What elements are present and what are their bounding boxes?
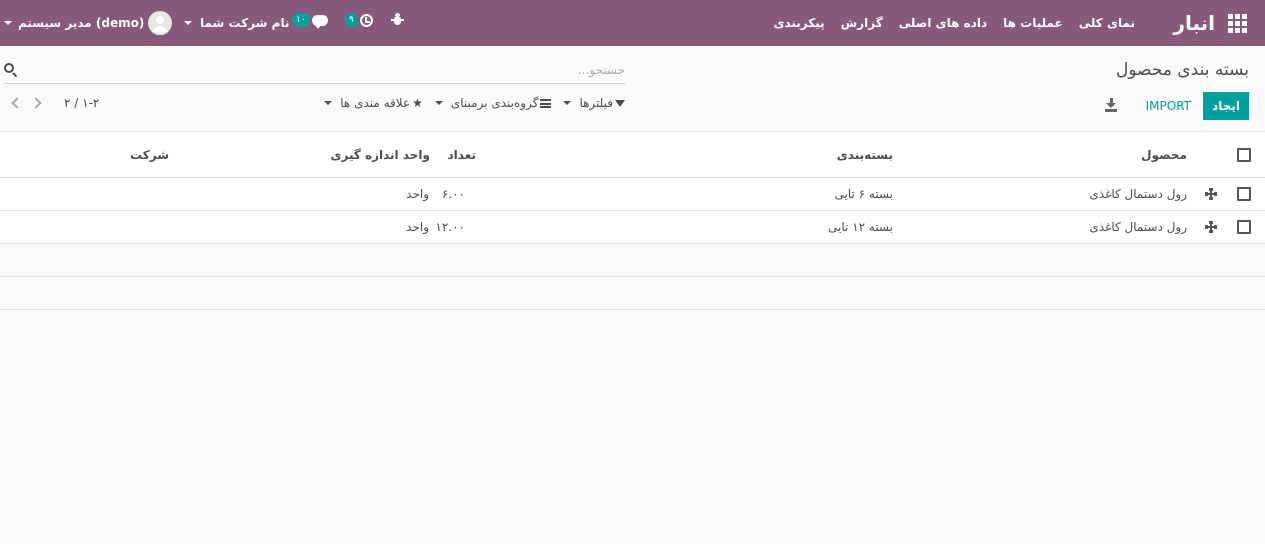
caret-down-icon	[324, 101, 333, 105]
filters-button[interactable]: فیلترها	[563, 96, 625, 110]
cell-uom: واحد	[406, 187, 429, 201]
column-header-company[interactable]: شرکت	[130, 132, 169, 177]
table-header: محصول بسته‌بندی تعداد واحد اندازه گیری ش…	[0, 131, 1265, 178]
cell-package: بسته ۶ تایی	[834, 187, 893, 201]
import-button[interactable]: IMPORT	[1146, 92, 1191, 120]
download-icon[interactable]	[1105, 98, 1117, 112]
user-name: مدیر سیستم (demo)	[18, 16, 145, 30]
table-row[interactable]: رول دستمال کاغذی بسته ۶ تایی ۶.۰۰ واحد	[0, 178, 1265, 211]
column-header-uom[interactable]: واحد اندازه گیری	[330, 132, 430, 177]
empty-row	[0, 244, 1265, 277]
chat-icon	[311, 14, 328, 29]
pager: ۱-۲ / ۲	[10, 96, 99, 110]
activities-menu[interactable]: ۹	[345, 10, 373, 30]
clock-icon	[359, 13, 373, 27]
cell-product: رول دستمال کاغذی	[1089, 220, 1187, 234]
star-icon: ★	[412, 96, 423, 110]
menu-item-master-data[interactable]: داده های اصلی	[899, 16, 987, 30]
list-table: محصول بسته‌بندی تعداد واحد اندازه گیری ش…	[0, 131, 1265, 310]
user-menu[interactable]: مدیر سیستم (demo)	[4, 8, 173, 38]
search-input[interactable]	[35, 58, 625, 82]
company-caret-icon	[184, 21, 192, 25]
cell-qty: ۶.۰۰	[441, 187, 465, 201]
cell-product: رول دستمال کاغذی	[1089, 187, 1187, 201]
column-header-package[interactable]: بسته‌بندی	[837, 132, 893, 177]
avatar	[148, 11, 173, 35]
column-header-product[interactable]: محصول	[1141, 132, 1187, 177]
groupby-label: گروه‌بندی برمبنای	[450, 96, 539, 110]
menu-item-configuration[interactable]: پیکربندی	[773, 16, 824, 30]
select-all-checkbox[interactable]	[1237, 147, 1251, 162]
search-options: فیلترها گروه‌بندی برمبنای ★ علاقه مندی ه…	[312, 96, 625, 110]
groupby-button[interactable]: گروه‌بندی برمبنای	[434, 96, 552, 110]
company-switcher[interactable]: نام شرکت شما	[184, 8, 289, 38]
apps-menu-icon[interactable]	[1228, 0, 1248, 46]
row-checkbox[interactable]	[1237, 220, 1251, 234]
search-icon[interactable]	[4, 63, 18, 78]
cell-package: بسته ۱۲ تایی	[828, 220, 893, 234]
menu-item-reporting[interactable]: گزارش	[841, 16, 883, 30]
pager-previous-icon[interactable]	[10, 96, 20, 110]
cell-qty: ۱۲.۰۰	[435, 220, 465, 234]
table-row[interactable]: رول دستمال کاغذی بسته ۱۲ تایی ۱۲.۰۰ واحد	[0, 211, 1265, 244]
menu-item-overview[interactable]: نمای کلی	[1079, 16, 1135, 30]
messages-menu[interactable]: ۱۰	[292, 10, 328, 30]
create-button[interactable]: ایجاد	[1203, 92, 1249, 120]
filters-label: فیلترها	[579, 96, 613, 110]
filter-icon	[615, 99, 625, 107]
menu-item-operations[interactable]: عملیات ها	[1003, 16, 1063, 30]
caret-down-icon	[563, 101, 572, 105]
pager-next-icon[interactable]	[32, 96, 42, 110]
pager-value[interactable]: ۱-۲ / ۲	[64, 96, 99, 110]
caret-down-icon	[434, 101, 443, 105]
page-title: بسته بندی محصول	[1116, 60, 1249, 80]
bug-icon[interactable]	[391, 13, 404, 27]
user-caret-icon	[4, 21, 12, 25]
favorites-button[interactable]: ★ علاقه مندی ها	[324, 96, 423, 110]
top-navbar: انبار نمای کلی عملیات ها داده های اصلی گ…	[0, 0, 1265, 46]
row-checkbox[interactable]	[1237, 187, 1251, 201]
favorites-label: علاقه مندی ها	[340, 96, 411, 110]
app-name[interactable]: انبار	[1173, 0, 1215, 46]
cell-uom: واحد	[406, 220, 429, 234]
company-name: نام شرکت شما	[200, 16, 290, 30]
column-header-qty[interactable]: تعداد	[448, 132, 476, 177]
search-bar	[4, 58, 625, 84]
activities-badge: ۹	[345, 13, 358, 27]
messages-badge: ۱۰	[292, 13, 310, 27]
main-menu: نمای کلی عملیات ها داده های اصلی گزارش پ…	[757, 0, 1135, 46]
list-bars-icon	[540, 98, 552, 108]
empty-row	[0, 277, 1265, 310]
drag-handle-icon[interactable]	[1205, 221, 1217, 233]
drag-handle-icon[interactable]	[1205, 188, 1217, 200]
